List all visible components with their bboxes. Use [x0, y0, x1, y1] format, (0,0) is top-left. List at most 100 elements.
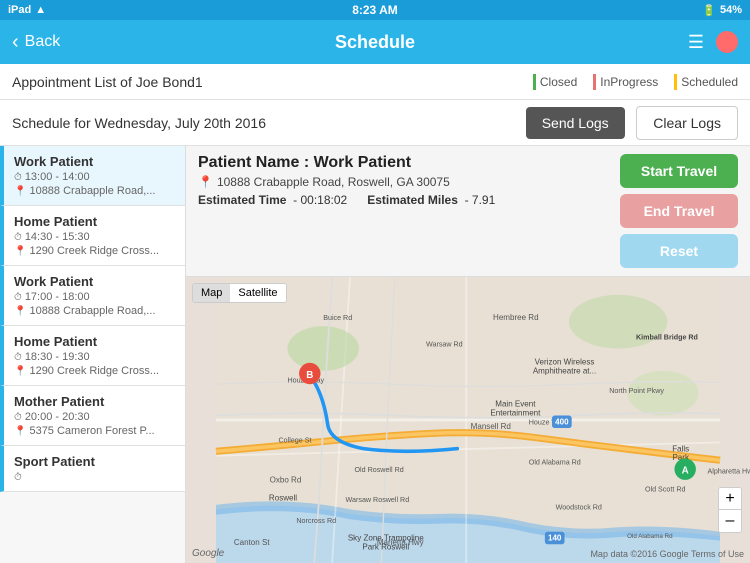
svg-text:400: 400 — [555, 417, 569, 426]
appointment-item-2[interactable]: Work Patient 17:00 - 18:00 10888 Crabapp… — [0, 266, 185, 326]
inprogress-label: InProgress — [600, 75, 658, 89]
estimated-time-value: 00:18:02 — [300, 193, 347, 207]
legend-closed: Closed — [533, 74, 577, 90]
patient-metrics: Estimated Time - 00:18:02 Estimated Mile… — [198, 193, 608, 207]
status-bar-left: iPad ▲ — [8, 4, 46, 16]
power-icon[interactable]: ⏻ — [716, 31, 738, 53]
map-tabs: Map Satellite — [192, 283, 287, 303]
svg-text:Sky Zone Trampoline: Sky Zone Trampoline — [348, 534, 424, 543]
reset-button[interactable]: Reset — [620, 234, 738, 268]
svg-text:Old Alabama Rd: Old Alabama Rd — [529, 459, 581, 467]
scheduled-indicator — [674, 74, 677, 90]
map-attribution: Map data ©2016 Google Terms of Use — [590, 549, 744, 559]
schedule-actions: Send Logs Clear Logs — [526, 106, 738, 140]
svg-text:Falls: Falls — [672, 444, 689, 453]
svg-text:Amphitheatre at...: Amphitheatre at... — [533, 367, 596, 376]
carrier-label: iPad — [8, 4, 31, 16]
patient-details: Patient Name : Work Patient 📍 10888 Crab… — [198, 154, 608, 207]
zoom-controls: + – — [718, 487, 742, 533]
google-watermark: Google — [192, 548, 224, 559]
svg-text:Entertainment: Entertainment — [490, 409, 541, 418]
appointment-address-2: 10888 Crabapple Road,... — [14, 305, 175, 317]
appointment-name-5: Sport Patient — [14, 454, 175, 469]
battery-label: 54% — [720, 4, 742, 16]
appointment-item-3[interactable]: Home Patient 18:30 - 19:30 1290 Creek Ri… — [0, 326, 185, 386]
appointment-name-2: Work Patient — [14, 274, 175, 289]
pin-icon-1 — [14, 245, 26, 257]
map-container: Mansell Rd Old Roswell Rd Houze Way Nort… — [186, 277, 750, 563]
svg-text:Woodstock Rd: Woodstock Rd — [556, 503, 602, 511]
clock-icon-0 — [14, 171, 22, 183]
appointment-item-1[interactable]: Home Patient 14:30 - 15:30 1290 Creek Ri… — [0, 206, 185, 266]
svg-text:Old Roswell Rd: Old Roswell Rd — [354, 466, 403, 474]
map-svg: Mansell Rd Old Roswell Rd Houze Way Nort… — [186, 277, 750, 563]
svg-text:140: 140 — [548, 534, 562, 543]
appointment-name-3: Home Patient — [14, 334, 175, 349]
patient-address: 📍 10888 Crabapple Road, Roswell, GA 3007… — [198, 175, 608, 189]
back-chevron-icon: ‹ — [12, 31, 19, 54]
svg-text:Hembree Rd: Hembree Rd — [493, 313, 539, 322]
appointment-item-0[interactable]: Work Patient 13:00 - 14:00 10888 Crabapp… — [0, 146, 185, 206]
patient-info-bar: Patient Name : Work Patient 📍 10888 Crab… — [186, 146, 750, 277]
svg-text:Warsaw Roswell Rd: Warsaw Roswell Rd — [346, 496, 410, 504]
appointment-item-4[interactable]: Mother Patient 20:00 - 20:30 5375 Camero… — [0, 386, 185, 446]
estimated-miles-label: Estimated Miles — [367, 193, 458, 207]
schedule-header: Schedule for Wednesday, July 20th 2016 S… — [0, 100, 750, 146]
right-panel: Patient Name : Work Patient 📍 10888 Crab… — [186, 146, 750, 563]
svg-text:Alpharetta Hwy: Alpharetta Hwy — [708, 468, 750, 476]
scheduled-label: Scheduled — [681, 75, 738, 89]
svg-text:A: A — [682, 466, 689, 477]
appointment-time-1: 14:30 - 15:30 — [14, 231, 175, 243]
appointment-item-5[interactable]: Sport Patient — [0, 446, 185, 492]
inprogress-indicator — [593, 74, 596, 90]
zoom-in-button[interactable]: + — [719, 488, 741, 510]
estimated-time: Estimated Time - 00:18:02 — [198, 193, 347, 207]
svg-text:Norcross Rd: Norcross Rd — [296, 517, 336, 525]
svg-text:Canton St: Canton St — [234, 538, 270, 547]
appointment-address-0: 10888 Crabapple Road,... — [14, 185, 175, 197]
patient-name: Patient Name : Work Patient — [198, 154, 608, 172]
wifi-icon: ▲ — [35, 4, 46, 16]
svg-text:Buice Rd: Buice Rd — [323, 314, 352, 322]
end-travel-button[interactable]: End Travel — [620, 194, 738, 228]
hamburger-icon[interactable]: ☰ — [688, 32, 704, 53]
back-label: Back — [25, 33, 61, 51]
legend-scheduled: Scheduled — [674, 74, 738, 90]
nav-bar: ‹ Back Schedule ☰ ⏻ — [0, 20, 750, 64]
map-tab-map[interactable]: Map — [193, 284, 230, 302]
closed-label: Closed — [540, 75, 577, 89]
svg-text:Old Alabama Rd: Old Alabama Rd — [627, 533, 673, 540]
start-travel-button[interactable]: Start Travel — [620, 154, 738, 188]
appointment-header: Appointment List of Joe Bond1 Closed InP… — [0, 64, 750, 100]
pin-icon-4 — [14, 425, 26, 437]
svg-text:Warsaw Rd: Warsaw Rd — [426, 341, 463, 349]
clear-logs-button[interactable]: Clear Logs — [636, 106, 738, 140]
appointment-time-2: 17:00 - 18:00 — [14, 291, 175, 303]
legend: Closed InProgress Scheduled — [533, 74, 738, 90]
send-logs-button[interactable]: Send Logs — [526, 107, 625, 139]
appointment-time-3: 18:30 - 19:30 — [14, 351, 175, 363]
map-area: Mansell Rd Old Roswell Rd Houze Way Nort… — [186, 277, 750, 563]
svg-text:College St: College St — [279, 436, 312, 444]
pin-icon-2 — [14, 305, 26, 317]
appointment-time-5 — [14, 471, 175, 483]
closed-indicator — [533, 74, 536, 90]
appointment-title: Appointment List of Joe Bond1 — [12, 74, 203, 90]
appointment-time-4: 20:00 - 20:30 — [14, 411, 175, 423]
estimated-miles-value: 7.91 — [472, 193, 495, 207]
appointment-address-1: 1290 Creek Ridge Cross... — [14, 245, 175, 257]
address-pin-icon: 📍 — [198, 175, 213, 189]
svg-text:B: B — [306, 370, 313, 381]
clock-icon-4 — [14, 411, 22, 423]
appointment-name-0: Work Patient — [14, 154, 175, 169]
svg-text:Mansell Rd: Mansell Rd — [471, 422, 511, 431]
map-tab-satellite[interactable]: Satellite — [230, 284, 285, 302]
appointment-address-3: 1290 Creek Ridge Cross... — [14, 365, 175, 377]
svg-text:North Point Pkwy: North Point Pkwy — [609, 387, 664, 395]
action-buttons: Start Travel End Travel Reset — [608, 154, 738, 268]
estimated-time-label: Estimated Time — [198, 193, 286, 207]
back-button[interactable]: ‹ Back — [12, 31, 60, 54]
zoom-out-button[interactable]: – — [719, 510, 741, 532]
svg-text:Kimball Bridge Rd: Kimball Bridge Rd — [636, 334, 698, 342]
svg-text:Old Scott Rd: Old Scott Rd — [645, 486, 686, 494]
